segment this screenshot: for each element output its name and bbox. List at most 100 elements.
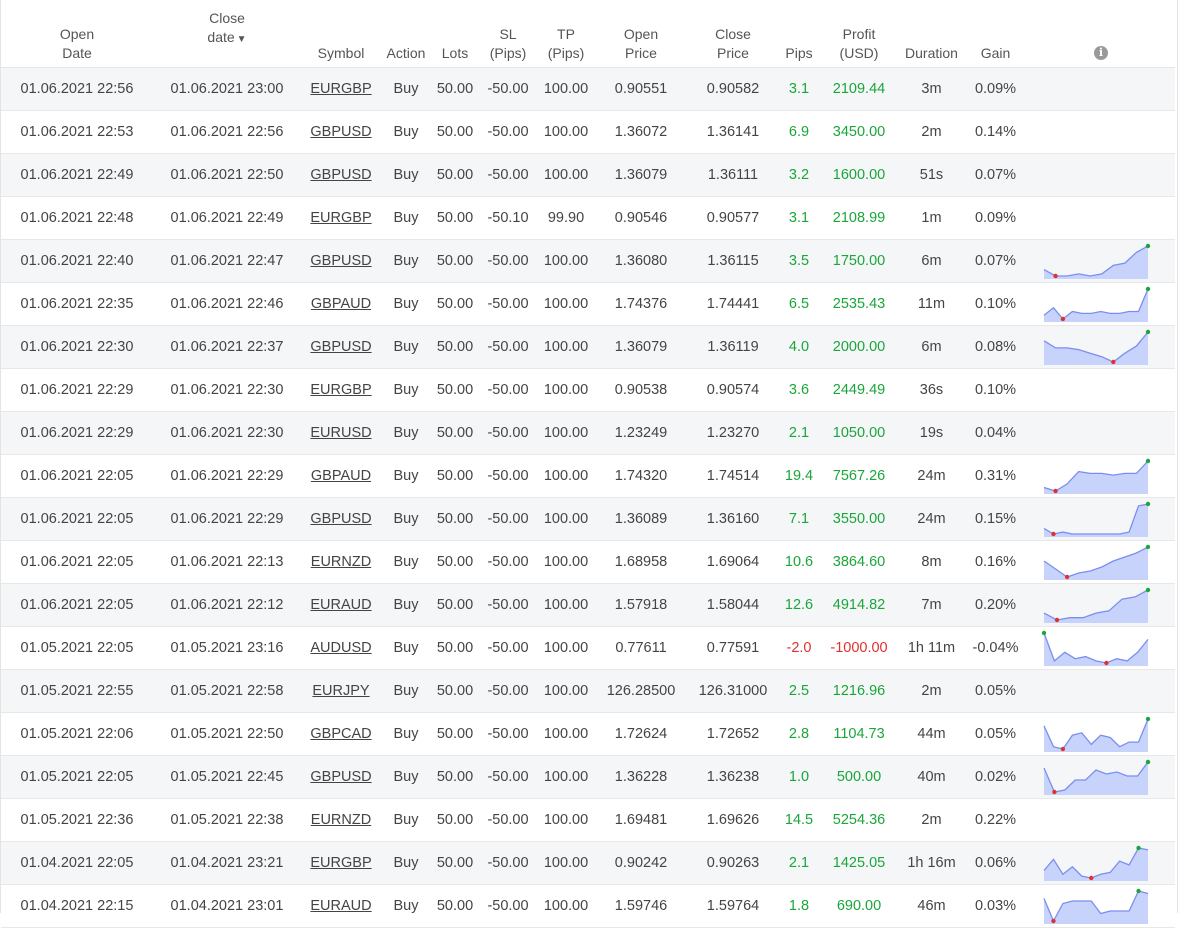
- symbol-link[interactable]: EURNZD: [301, 798, 381, 842]
- symbol-link[interactable]: EURNZD: [301, 540, 381, 584]
- tp-cell: 100.00: [537, 540, 595, 584]
- table-row[interactable]: 01.06.2021 22:49 01.06.2021 22:50 GBPUSD Bu…: [1, 153, 1175, 197]
- table-row[interactable]: 01.06.2021 22:30 01.06.2021 22:37 GBPUSD Bu…: [1, 325, 1175, 369]
- profit-sparkline: [1043, 544, 1151, 580]
- col-gain[interactable]: Gain: [964, 0, 1027, 68]
- symbol-link[interactable]: EURAUD: [301, 884, 381, 928]
- sparkline-max-point: [1145, 587, 1151, 593]
- duration-cell: 11m: [899, 282, 964, 326]
- sparkline-min-point: [1054, 617, 1060, 623]
- profit-cell: 1600.00: [819, 153, 899, 197]
- symbol-link[interactable]: GBPAUD: [301, 282, 381, 326]
- profit-cell: 1050.00: [819, 411, 899, 455]
- col-lots[interactable]: Lots: [431, 0, 479, 68]
- symbol-link[interactable]: EURGBP: [301, 196, 381, 240]
- col-pips[interactable]: Pips: [779, 0, 819, 68]
- col-tp[interactable]: TP (Pips): [537, 0, 595, 68]
- symbol-link[interactable]: EURJPY: [301, 669, 381, 713]
- sl-cell: -50.00: [479, 110, 537, 154]
- table-row[interactable]: 01.05.2021 22:05 01.05.2021 23:16 AUDUSD Bu…: [1, 626, 1175, 670]
- symbol-link[interactable]: GBPCAD: [301, 712, 381, 756]
- symbol-link[interactable]: EURUSD: [301, 411, 381, 455]
- symbol-link[interactable]: EURGBP: [301, 67, 381, 111]
- table-row[interactable]: 01.06.2021 22:29 01.06.2021 22:30 EURUSD Bu…: [1, 411, 1175, 455]
- gain-cell: 0.06%: [964, 841, 1027, 885]
- table-row[interactable]: 01.06.2021 22:56 01.06.2021 23:00 EURGBP Bu…: [1, 67, 1175, 111]
- col-action[interactable]: Action: [381, 0, 431, 68]
- open-date-cell: 01.06.2021 22:30: [1, 325, 153, 369]
- symbol-link[interactable]: GBPUSD: [301, 497, 381, 541]
- close-date-cell: 01.06.2021 22:46: [153, 282, 301, 326]
- table-row[interactable]: 01.06.2021 22:05 01.06.2021 22:29 GBPAUD Bu…: [1, 454, 1175, 498]
- table-row[interactable]: 01.06.2021 22:05 01.06.2021 22:13 EURNZD Bu…: [1, 540, 1175, 584]
- sparkline-cell: [1027, 540, 1175, 584]
- profit-cell: 5254.36: [819, 798, 899, 842]
- sparkline-max-point: [1041, 630, 1047, 636]
- sparkline-cell: [1027, 110, 1175, 154]
- table-row[interactable]: 01.06.2021 22:29 01.06.2021 22:30 EURGBP Bu…: [1, 368, 1175, 412]
- action-cell: Buy: [381, 755, 431, 799]
- info-icon[interactable]: i: [1094, 46, 1108, 60]
- symbol-link[interactable]: EURAUD: [301, 583, 381, 627]
- sparkline-cell: [1027, 454, 1175, 498]
- table-row[interactable]: 01.05.2021 22:55 01.05.2021 22:58 EURJPY Bu…: [1, 669, 1175, 713]
- symbol-link[interactable]: GBPUSD: [301, 325, 381, 369]
- open-price-cell: 1.36072: [595, 110, 687, 154]
- lots-cell: 50.00: [431, 282, 479, 326]
- table-row[interactable]: 01.05.2021 22:05 01.05.2021 22:45 GBPUSD Bu…: [1, 755, 1175, 799]
- table-row[interactable]: 01.04.2021 22:15 01.04.2021 23:01 EURAUD Bu…: [1, 884, 1175, 928]
- table-row[interactable]: 01.06.2021 22:40 01.06.2021 22:47 GBPUSD Bu…: [1, 239, 1175, 283]
- col-profit[interactable]: Profit (USD): [819, 0, 899, 68]
- col-close-price[interactable]: Close Price: [687, 0, 779, 68]
- col-symbol[interactable]: Symbol: [301, 0, 381, 68]
- sparkline-min-point: [1089, 875, 1094, 881]
- symbol-link[interactable]: EURGBP: [301, 368, 381, 412]
- col-open-price[interactable]: Open Price: [595, 0, 687, 68]
- symbol-link[interactable]: AUDUSD: [301, 626, 381, 670]
- close-price-cell: 0.90582: [687, 67, 779, 111]
- gain-cell: -0.04%: [964, 626, 1027, 670]
- tp-cell: 100.00: [537, 841, 595, 885]
- table-row[interactable]: 01.05.2021 22:36 01.05.2021 22:38 EURNZD Bu…: [1, 798, 1175, 842]
- symbol-link[interactable]: GBPUSD: [301, 755, 381, 799]
- table-row[interactable]: 01.06.2021 22:05 01.06.2021 22:12 EURAUD Bu…: [1, 583, 1175, 627]
- profit-cell: 2109.44: [819, 67, 899, 111]
- table-row[interactable]: 01.06.2021 22:48 01.06.2021 22:49 EURGBP Bu…: [1, 196, 1175, 240]
- table-row[interactable]: 01.06.2021 22:05 01.06.2021 22:29 GBPUSD Bu…: [1, 497, 1175, 541]
- sparkline-min-point: [1052, 789, 1057, 795]
- col-duration[interactable]: Duration: [899, 0, 964, 68]
- symbol-link[interactable]: GBPUSD: [301, 110, 381, 154]
- col-info: i: [1027, 0, 1175, 68]
- symbol-link[interactable]: GBPUSD: [301, 153, 381, 197]
- table-row[interactable]: 01.06.2021 22:35 01.06.2021 22:46 GBPAUD Bu…: [1, 282, 1175, 326]
- col-close-date[interactable]: Close date ▼: [153, 0, 301, 68]
- symbol-link[interactable]: GBPAUD: [301, 454, 381, 498]
- sparkline-min-point: [1111, 359, 1116, 365]
- duration-cell: 6m: [899, 325, 964, 369]
- close-price-cell: 1.69626: [687, 798, 779, 842]
- open-date-cell: 01.05.2021 22:55: [1, 669, 153, 713]
- table-row[interactable]: 01.04.2021 22:05 01.04.2021 23:21 EURGBP Bu…: [1, 841, 1175, 885]
- close-date-cell: 01.06.2021 22:37: [153, 325, 301, 369]
- symbol-link[interactable]: GBPUSD: [301, 239, 381, 283]
- col-sl[interactable]: SL (Pips): [479, 0, 537, 68]
- profit-sparkline: [1043, 888, 1149, 924]
- close-price-cell: 1.72652: [687, 712, 779, 756]
- pips-cell: 14.5: [779, 798, 819, 842]
- symbol-link[interactable]: EURGBP: [301, 841, 381, 885]
- gain-cell: 0.07%: [964, 153, 1027, 197]
- lots-cell: 50.00: [431, 67, 479, 111]
- action-cell: Buy: [381, 884, 431, 928]
- col-open-date[interactable]: Open Date: [1, 0, 153, 68]
- profit-cell: -1000.00: [819, 626, 899, 670]
- close-price-cell: 0.90574: [687, 368, 779, 412]
- profit-cell: 3550.00: [819, 497, 899, 541]
- table-row[interactable]: 01.05.2021 22:06 01.05.2021 22:50 GBPCAD Bu…: [1, 712, 1175, 756]
- profit-cell: 1750.00: [819, 239, 899, 283]
- sparkline-min-point: [1104, 660, 1109, 666]
- action-cell: Buy: [381, 712, 431, 756]
- duration-cell: 24m: [899, 454, 964, 498]
- table-row[interactable]: 01.06.2021 22:53 01.06.2021 22:56 GBPUSD Bu…: [1, 110, 1175, 154]
- lots-cell: 50.00: [431, 325, 479, 369]
- pips-cell: 6.5: [779, 282, 819, 326]
